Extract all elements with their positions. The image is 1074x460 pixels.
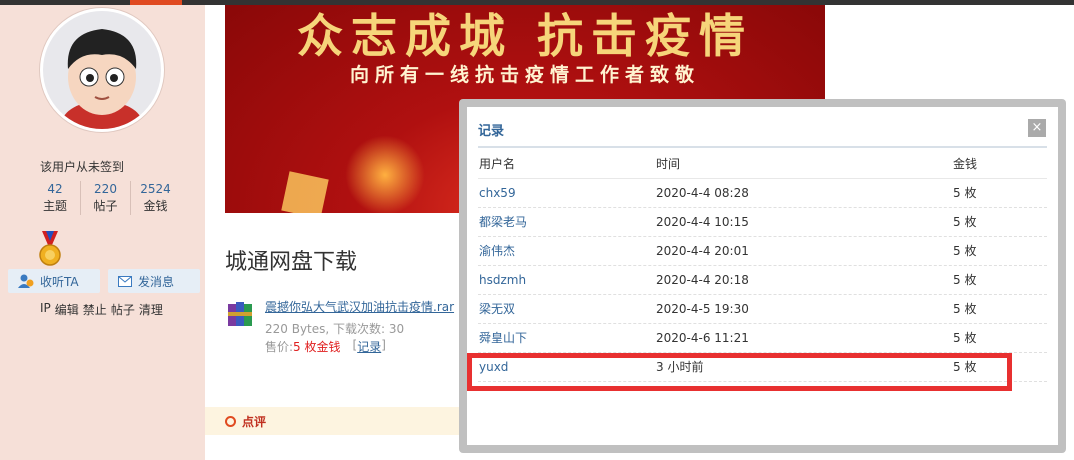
table-row: 渝伟杰 2020-4-4 20:01 5 枚: [478, 237, 1047, 266]
avatar[interactable]: [40, 8, 164, 132]
dialog-title: 记录: [478, 124, 505, 139]
row-time: 2020-4-4 20:01: [656, 244, 749, 258]
post-title: 城通网盘下载: [225, 250, 358, 275]
stat-value: 2524: [140, 182, 171, 196]
admin-link-edit[interactable]: 编辑: [55, 301, 79, 318]
row-time: 2020-4-4 10:15: [656, 215, 749, 229]
message-label: 发消息: [138, 274, 175, 289]
stat-money[interactable]: 2524 金钱: [130, 181, 180, 215]
stat-value: 42: [47, 182, 63, 196]
row-time: 2020-4-5 19:30: [656, 302, 749, 316]
row-username[interactable]: 都梁老马: [479, 208, 527, 236]
row-username[interactable]: 渝伟杰: [479, 237, 515, 265]
signin-status: 该用户从未签到: [40, 160, 125, 174]
stat-topics[interactable]: 42 主题: [30, 181, 80, 215]
follow-button[interactable]: 收听TA: [8, 269, 100, 293]
row-time: 2020-4-6 11:21: [656, 331, 749, 345]
stat-value: 220: [94, 182, 117, 196]
admin-links: IP 编辑 禁止 帖子 清理: [40, 301, 163, 318]
table-row: 舜皇山下 2020-4-6 11:21 5 枚: [478, 324, 1047, 353]
column-header-money: 金钱: [953, 157, 978, 171]
row-money: 5 枚: [953, 215, 977, 229]
table-row: chx59 2020-4-4 08:28 5 枚: [478, 179, 1047, 208]
stat-label: 金钱: [143, 199, 168, 213]
comment-circle-icon: [225, 415, 236, 427]
banner-glow: [345, 135, 425, 213]
envelope-icon: [118, 275, 132, 287]
admin-link-ip[interactable]: IP: [40, 301, 51, 318]
user-sidebar: 该用户从未签到 42 主题 220 帖子 2524 金钱 收听TA 发消息 IP…: [0, 5, 205, 460]
stat-label: 主题: [42, 199, 67, 213]
row-username[interactable]: 梁无双: [479, 295, 515, 323]
row-money: 5 枚: [953, 302, 977, 316]
comment-bar: 点评: [205, 407, 465, 435]
rar-archive-icon: [228, 302, 252, 326]
price-value: 5 枚金钱: [293, 340, 341, 354]
avatar-cartoon-icon: [43, 11, 161, 129]
row-money: 5 枚: [953, 273, 977, 287]
table-header: 用户名 时间 金钱: [478, 150, 1047, 179]
attachment-meta: 220 Bytes, 下载次数: 30: [265, 322, 405, 336]
column-header-username: 用户名: [479, 157, 516, 171]
record-dialog: 记录 × 用户名 时间 金钱 chx59 2020-4-4 08:28 5 枚 …: [467, 107, 1058, 445]
row-time: 2020-4-4 08:28: [656, 186, 749, 200]
row-money: 5 枚: [953, 244, 977, 258]
admin-link-ban[interactable]: 禁止: [83, 301, 107, 318]
admin-link-clean[interactable]: 清理: [139, 301, 163, 318]
column-header-time: 时间: [656, 157, 681, 171]
table-row: 都梁老马 2020-4-4 10:15 5 枚: [478, 208, 1047, 237]
attachment-filename[interactable]: 震撼你弘大气武汉加油抗击疫情.rar: [265, 298, 454, 315]
close-icon[interactable]: ×: [1028, 119, 1046, 137]
row-username[interactable]: chx59: [479, 179, 516, 207]
record-link[interactable]: 记录: [357, 338, 381, 355]
comment-label[interactable]: 点评: [242, 413, 266, 430]
user-stats: 42 主题 220 帖子 2524 金钱: [30, 181, 180, 215]
row-username[interactable]: hsdzmh: [479, 266, 526, 294]
stat-label: 帖子: [93, 199, 118, 213]
price-label: 售价:: [265, 340, 294, 354]
banner-subtitle: 向所有一线抗击疫情工作者致敬: [349, 64, 700, 86]
stat-posts[interactable]: 220 帖子: [80, 181, 130, 215]
follow-user-icon: [18, 274, 34, 288]
bracket-close: ]: [381, 338, 386, 352]
row-username[interactable]: 舜皇山下: [479, 324, 527, 352]
row-money: 5 枚: [953, 331, 977, 345]
medal-icon[interactable]: [38, 231, 62, 267]
row-money: 5 枚: [953, 186, 977, 200]
attachment-price: 售价: 5 枚金钱 [ 记录 ]: [265, 338, 386, 355]
admin-link-posts[interactable]: 帖子: [111, 301, 135, 318]
row-time: 2020-4-4 20:18: [656, 273, 749, 287]
table-row: 梁无双 2020-4-5 19:30 5 枚: [478, 295, 1047, 324]
banner-title: 众志成城 抗击疫情: [296, 9, 753, 63]
record-table: 用户名 时间 金钱 chx59 2020-4-4 08:28 5 枚 都梁老马 …: [478, 150, 1047, 382]
banner-ribbon: [281, 171, 329, 213]
table-row: hsdzmh 2020-4-4 20:18 5 枚: [478, 266, 1047, 295]
highlight-annotation-box: [467, 353, 1012, 391]
send-message-button[interactable]: 发消息: [108, 269, 200, 293]
follow-label: 收听TA: [40, 274, 79, 289]
dialog-divider: [478, 146, 1047, 148]
